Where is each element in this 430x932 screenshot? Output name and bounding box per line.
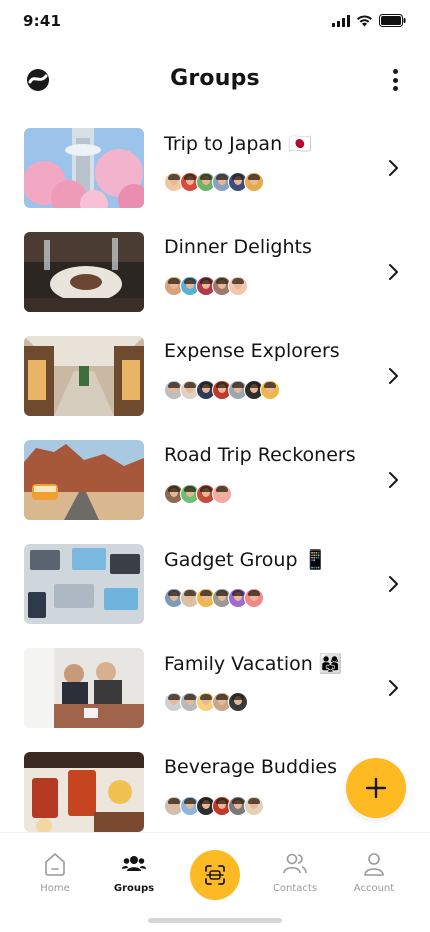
- avatar: [244, 172, 264, 192]
- tab-label: Contacts: [272, 883, 318, 894]
- group-name: Family Vacation 👨‍👩‍👧: [164, 653, 343, 675]
- group-row[interactable]: Trip to Japan 🇯🇵: [0, 128, 430, 208]
- chevron-right-icon: [389, 160, 398, 176]
- group-name: Trip to Japan 🇯🇵: [164, 133, 312, 155]
- member-avatars: [164, 484, 232, 504]
- header: Groups: [0, 56, 430, 104]
- member-avatars: [164, 796, 264, 816]
- member-avatars: [164, 588, 264, 608]
- scan-icon: [205, 865, 225, 885]
- member-avatars: [164, 380, 280, 400]
- member-avatars: [164, 692, 248, 712]
- chevron-right-icon: [389, 472, 398, 488]
- home-indicator: [148, 918, 282, 923]
- group-thumbnail: [24, 128, 144, 208]
- page-title: Groups: [170, 66, 260, 91]
- more-dot: [392, 86, 398, 91]
- chevron-right-icon: [389, 576, 398, 592]
- groups-icon: [122, 856, 146, 871]
- bottom-tab-bar: Home Groups Contacts Account: [0, 832, 430, 932]
- status-time: 9:41: [23, 12, 62, 30]
- avatar: [260, 380, 280, 400]
- group-row[interactable]: Road Trip Reckoners: [0, 440, 430, 520]
- plus-icon: [365, 777, 387, 799]
- tab-label: Groups: [113, 883, 155, 894]
- more-dot: [392, 77, 398, 83]
- more-dot: [392, 69, 398, 74]
- status-icons: [332, 14, 406, 27]
- battery-icon: [379, 14, 406, 27]
- member-avatars: [164, 276, 248, 296]
- tab-label: Home: [40, 883, 70, 894]
- group-thumbnail: [24, 440, 144, 520]
- group-name: Gadget Group 📱: [164, 549, 328, 571]
- more-options-button[interactable]: [388, 66, 402, 94]
- tab-groups[interactable]: Groups: [99, 851, 169, 894]
- group-thumbnail: [24, 648, 144, 728]
- group-row[interactable]: Dinner Delights: [0, 232, 430, 312]
- group-row[interactable]: Family Vacation 👨‍👩‍👧: [0, 648, 430, 728]
- group-row[interactable]: Gadget Group 📱: [0, 544, 430, 624]
- group-thumbnail: [24, 336, 144, 416]
- avatar: [228, 276, 248, 296]
- avatar: [244, 588, 264, 608]
- scan-receipt-button[interactable]: [190, 850, 240, 900]
- contacts-icon: [283, 853, 307, 874]
- add-group-button[interactable]: [346, 758, 406, 818]
- avatar: [228, 692, 248, 712]
- tab-home[interactable]: Home: [20, 851, 90, 894]
- group-name: Road Trip Reckoners: [164, 444, 356, 466]
- group-row[interactable]: Expense Explorers: [0, 336, 430, 416]
- chevron-right-icon: [389, 680, 398, 696]
- chevron-right-icon: [389, 264, 398, 280]
- group-name: Dinner Delights: [164, 236, 312, 258]
- group-thumbnail: [24, 752, 144, 832]
- group-thumbnail: [24, 544, 144, 624]
- home-icon: [45, 853, 65, 876]
- member-avatars: [164, 172, 264, 192]
- avatar: [212, 484, 232, 504]
- group-thumbnail: [24, 232, 144, 312]
- tab-account[interactable]: Account: [339, 851, 409, 894]
- chevron-right-icon: [389, 368, 398, 384]
- wifi-icon: [357, 14, 372, 26]
- group-name: Expense Explorers: [164, 340, 340, 362]
- avatar: [244, 796, 264, 816]
- group-name: Beverage Buddies: [164, 756, 337, 778]
- cellular-signal-icon: [332, 14, 350, 27]
- account-icon: [364, 853, 384, 876]
- tab-contacts[interactable]: Contacts: [260, 851, 330, 894]
- tab-label: Account: [353, 883, 395, 894]
- status-bar: 9:41: [0, 0, 430, 44]
